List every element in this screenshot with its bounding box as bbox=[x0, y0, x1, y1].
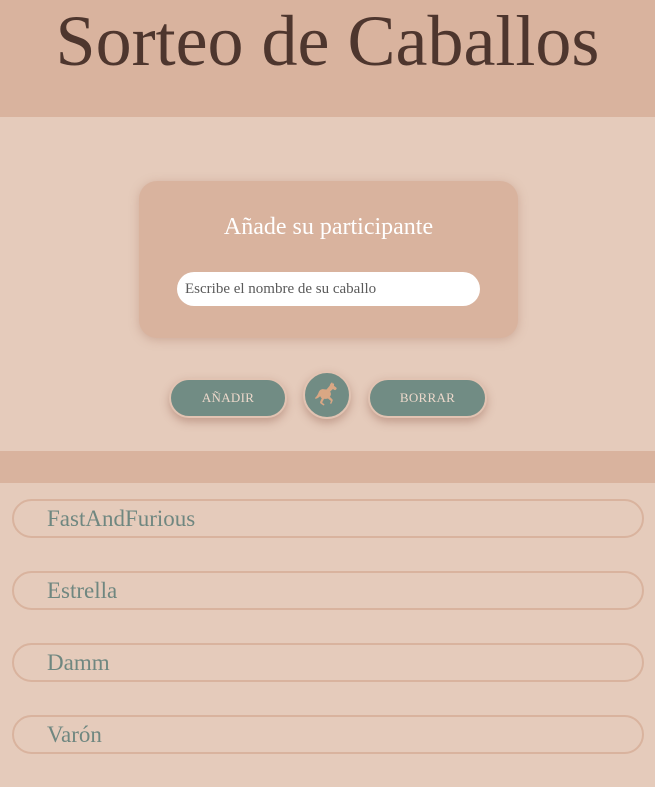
add-participant-card: Añade su participante bbox=[139, 181, 518, 338]
page-title: Sorteo de Caballos bbox=[55, 1, 600, 81]
participant-item[interactable]: FastAndFurious bbox=[12, 499, 644, 538]
section-divider bbox=[0, 451, 655, 483]
horse-name-input[interactable] bbox=[177, 272, 480, 306]
participant-item[interactable]: Estrella bbox=[12, 571, 644, 610]
draw-button[interactable] bbox=[303, 371, 351, 419]
participant-item[interactable]: Varón bbox=[12, 715, 644, 754]
card-title: Añade su participante bbox=[223, 214, 434, 240]
clear-button[interactable]: BORRAR bbox=[368, 378, 487, 418]
participant-item[interactable]: Damm bbox=[12, 643, 644, 682]
add-button[interactable]: AÑADIR bbox=[169, 378, 287, 418]
horse-icon bbox=[315, 382, 337, 406]
header: Sorteo de Caballos bbox=[0, 0, 655, 117]
participants-list: FastAndFurious Estrella Damm Varón bbox=[12, 499, 644, 787]
